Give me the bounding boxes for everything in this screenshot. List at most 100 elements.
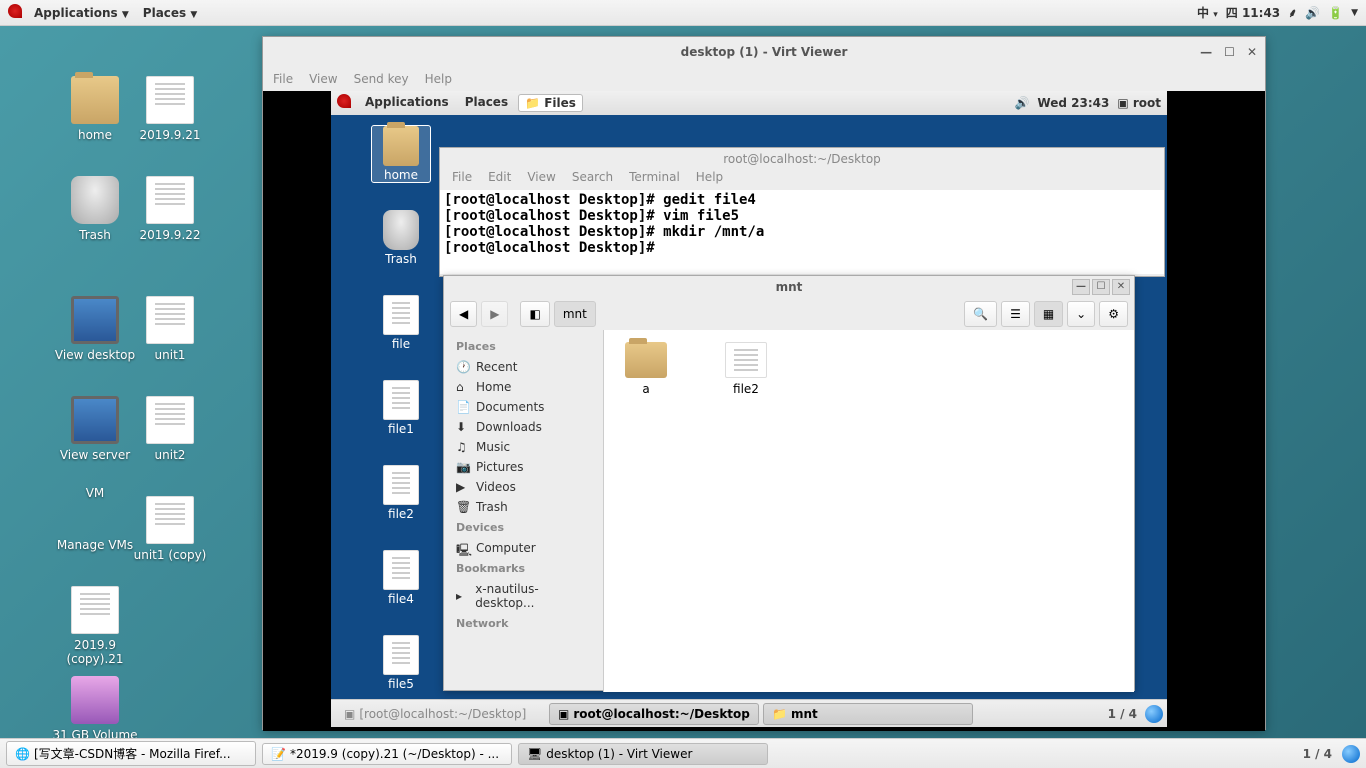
path-root-icon[interactable]: ◧: [520, 301, 549, 327]
virt-display: Applications Places 📁 Files 🔊 Wed 23:43 …: [263, 91, 1265, 731]
volume-icon[interactable]: 🔊: [1305, 6, 1320, 20]
guest-desktop-area[interactable]: file5 file4 file2 file1 file Trash home root@l…: [331, 115, 1167, 699]
term-menu-help[interactable]: Help: [696, 170, 723, 190]
guest-task-terminal-1[interactable]: ▣ [root@localhost:~/Desktop]: [335, 703, 545, 725]
guest-icon-file1[interactable]: file1: [371, 380, 431, 436]
guest-icon-file2[interactable]: file2: [371, 465, 431, 521]
path-segment-mnt[interactable]: mnt: [554, 301, 596, 327]
guest-user[interactable]: ▣ root: [1117, 96, 1161, 110]
host-top-panel: Applications ▼ Places ▼ 中 ▾ 四 11:43 ⸙ 🔊 …: [0, 0, 1366, 26]
workspace-indicator[interactable]: 1 / 4: [1303, 747, 1332, 761]
grid-view-button[interactable]: ▦: [1034, 301, 1063, 327]
search-button[interactable]: 🔍: [964, 301, 997, 327]
battery-icon[interactable]: 🔋: [1328, 6, 1343, 20]
guest-places-menu[interactable]: Places: [459, 94, 514, 112]
fm-section-network: Network: [444, 613, 603, 634]
fm-sidebar-trash[interactable]: 🗑Trash: [444, 497, 603, 517]
virt-menu-view[interactable]: View: [309, 72, 337, 86]
applications-menu[interactable]: Applications ▼: [28, 4, 135, 22]
window-titlebar[interactable]: desktop (1) - Virt Viewer — ☐ ✕: [263, 37, 1265, 67]
back-button[interactable]: ◀: [450, 301, 477, 327]
virt-viewer-window: desktop (1) - Virt Viewer — ☐ ✕ File View…: [262, 36, 1266, 730]
view-options-button[interactable]: ⌄: [1067, 301, 1095, 327]
guest-icon-file4[interactable]: file4: [371, 550, 431, 606]
desktop-icon-2019-9-22[interactable]: 2019.9.22: [120, 176, 220, 242]
terminal-title[interactable]: root@localhost:~/Desktop: [440, 148, 1164, 170]
fm-file-a[interactable]: a: [616, 342, 676, 396]
term-menu-search[interactable]: Search: [572, 170, 613, 190]
fm-content[interactable]: a file2: [604, 330, 1134, 692]
fm-minimize[interactable]: —: [1072, 279, 1090, 295]
minimize-button[interactable]: —: [1200, 45, 1212, 59]
fm-file-file2[interactable]: file2: [716, 342, 776, 396]
fm-sidebar-computer[interactable]: 🖳Computer: [444, 538, 603, 558]
guest-task-terminal-2[interactable]: ▣ root@localhost:~/Desktop: [549, 703, 759, 725]
fm-close[interactable]: ✕: [1112, 279, 1130, 295]
list-view-button[interactable]: ☰: [1001, 301, 1030, 327]
fm-sidebar-x-nautilus-desktop-[interactable]: ▸x-nautilus-desktop...: [444, 579, 603, 613]
show-desktop-button[interactable]: [1342, 745, 1360, 763]
guest-task-files[interactable]: 📁 mnt: [763, 703, 973, 725]
fm-sidebar-documents[interactable]: 📄Documents: [444, 397, 603, 417]
window-title: desktop (1) - Virt Viewer: [681, 45, 848, 59]
maximize-button[interactable]: ☐: [1224, 45, 1235, 59]
desktop-icon-unit1-copy-[interactable]: unit1 (copy): [120, 496, 220, 562]
redhat-icon: [8, 4, 22, 18]
forward-button[interactable]: ▶: [481, 301, 508, 327]
task-virt-viewer[interactable]: 🖥 desktop (1) - Virt Viewer: [518, 743, 768, 765]
guest-top-panel: Applications Places 📁 Files 🔊 Wed 23:43 …: [331, 91, 1167, 115]
terminal-window: root@localhost:~/Desktop File Edit View Sea…: [439, 147, 1165, 277]
fm-sidebar-recent[interactable]: 🕐Recent: [444, 357, 603, 377]
fm-sidebar: Places🕐Recent⌂Home📄Documents⬇Downloads♫M…: [444, 330, 604, 692]
desktop-icon-unit2[interactable]: unit2: [120, 396, 220, 462]
fm-titlebar[interactable]: mnt — ☐ ✕: [444, 276, 1134, 298]
guest-icon-file5[interactable]: file5: [371, 635, 431, 691]
task-gedit[interactable]: 📝 *2019.9 (copy).21 (~/Desktop) - ...: [262, 743, 512, 765]
guest-icon-file[interactable]: file: [371, 295, 431, 351]
guest-icon-home[interactable]: home: [371, 125, 431, 183]
desktop-icon-2019-9-copy-21[interactable]: 2019.9 (copy).21: [45, 586, 145, 666]
virt-menu-file[interactable]: File: [273, 72, 293, 86]
wifi-icon[interactable]: ⸙: [1288, 4, 1297, 21]
guest-workspace[interactable]: 1 / 4: [1108, 707, 1137, 721]
term-menu-terminal[interactable]: Terminal: [629, 170, 680, 190]
places-menu[interactable]: Places ▼: [137, 4, 204, 22]
guest-taskbar: ▣ [root@localhost:~/Desktop] ▣ root@loca…: [331, 699, 1167, 727]
virt-menubar: File View Send key Help: [263, 67, 1265, 91]
desktop-icon-unit1[interactable]: unit1: [120, 296, 220, 362]
term-menu-view[interactable]: View: [527, 170, 555, 190]
fm-sidebar-downloads[interactable]: ⬇Downloads: [444, 417, 603, 437]
clock[interactable]: 四 11:43: [1226, 4, 1280, 21]
task-firefox[interactable]: 🌐 [写文章-CSDN博客 - Mozilla Firef...: [6, 741, 256, 766]
guest-desktop[interactable]: Applications Places 📁 Files 🔊 Wed 23:43 …: [331, 91, 1167, 727]
host-taskbar: 🌐 [写文章-CSDN博客 - Mozilla Firef... 📝 *2019…: [0, 738, 1366, 768]
fm-sidebar-music[interactable]: ♫Music: [444, 437, 603, 457]
guest-clock[interactable]: Wed 23:43: [1037, 96, 1109, 110]
terminal-body[interactable]: [root@localhost Desktop]# gedit file4 [r…: [440, 190, 1164, 274]
desktop-icon-31-GB-Volume[interactable]: 31 GB Volume: [45, 676, 145, 742]
virt-menu-sendkey[interactable]: Send key: [354, 72, 409, 86]
close-button[interactable]: ✕: [1247, 45, 1257, 59]
fm-maximize[interactable]: ☐: [1092, 279, 1110, 295]
guest-icon-Trash[interactable]: Trash: [371, 210, 431, 266]
user-menu[interactable]: ▼: [1351, 8, 1358, 18]
term-menu-edit[interactable]: Edit: [488, 170, 511, 190]
fm-sidebar-videos[interactable]: ▶Videos: [444, 477, 603, 497]
virt-menu-help[interactable]: Help: [425, 72, 452, 86]
volume-icon[interactable]: 🔊: [1014, 96, 1029, 110]
guest-files-button[interactable]: 📁 Files: [518, 94, 583, 112]
guest-applications-menu[interactable]: Applications: [359, 94, 455, 112]
fm-sidebar-home[interactable]: ⌂Home: [444, 377, 603, 397]
ime-indicator[interactable]: 中 ▾: [1197, 4, 1218, 21]
fm-toolbar: ◀ ▶ ◧ mnt 🔍 ☰ ▦ ⌄ ⚙: [444, 298, 1134, 330]
desktop-icon-2019-9-21[interactable]: 2019.9.21: [120, 76, 220, 142]
fm-section-devices: Devices: [444, 517, 603, 538]
terminal-menubar: File Edit View Search Terminal Help: [440, 170, 1164, 190]
fm-sidebar-pictures[interactable]: 📷Pictures: [444, 457, 603, 477]
fm-title: mnt: [776, 280, 803, 294]
redhat-icon: [337, 94, 351, 108]
gear-button[interactable]: ⚙: [1099, 301, 1128, 327]
file-manager-window: mnt — ☐ ✕ ◀ ▶ ◧ mnt 🔍: [443, 275, 1135, 691]
term-menu-file[interactable]: File: [452, 170, 472, 190]
show-desktop-button[interactable]: [1145, 705, 1163, 723]
